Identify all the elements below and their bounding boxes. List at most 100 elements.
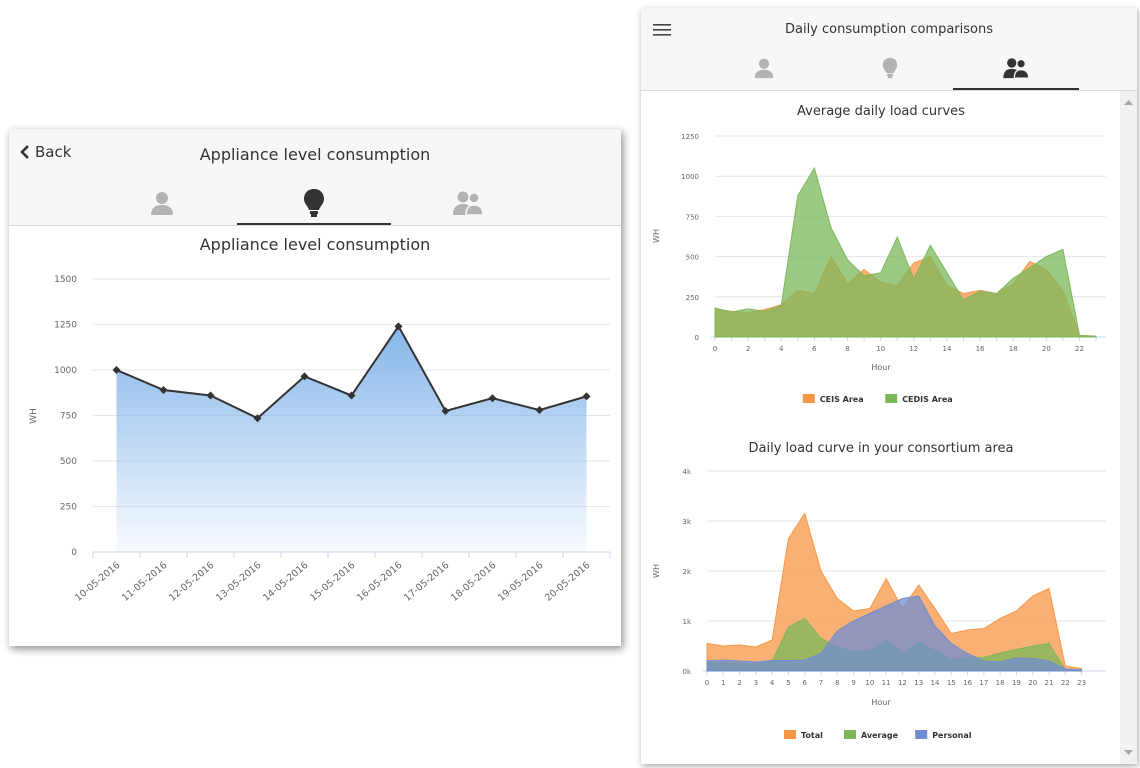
x-tick-label: 6 bbox=[812, 345, 817, 353]
x-tick-label: 10 bbox=[865, 679, 874, 687]
x-tick-label: 0 bbox=[713, 345, 717, 353]
legend-item[interactable]: Total bbox=[784, 730, 823, 740]
person-icon bbox=[754, 58, 774, 79]
x-tick-label: 15 bbox=[947, 679, 956, 687]
tab-appliance[interactable] bbox=[237, 183, 391, 225]
page-title: Daily consumption comparisons bbox=[784, 22, 993, 37]
appliance-chart: Appliance level consumption 0 250 500 750 100… bbox=[9, 226, 621, 644]
appliance-consumption-panel: Back Appliance level consumption Applian… bbox=[9, 129, 621, 646]
y-tick-label: 1000 bbox=[54, 366, 77, 376]
x-axis-label: Hour bbox=[871, 698, 891, 707]
x-tick-label: 21 bbox=[1045, 679, 1054, 687]
x-tick-label: 19-05-2016 bbox=[496, 560, 545, 604]
x-tick-label: 19 bbox=[1012, 679, 1021, 687]
tab-personal[interactable] bbox=[85, 183, 239, 223]
x-tick-label: 22 bbox=[1061, 679, 1070, 687]
scrollbar-arrows bbox=[1124, 100, 1133, 755]
x-tick-label: 18 bbox=[996, 679, 1005, 687]
right-header: Daily consumption comparisons bbox=[641, 8, 1137, 91]
legend-swatch bbox=[844, 730, 856, 739]
legend-swatch bbox=[915, 730, 928, 739]
x-tick-label: 6 bbox=[802, 679, 807, 687]
chart-title: Daily load curve in your consortium area bbox=[749, 441, 1014, 456]
legend-swatch bbox=[885, 394, 898, 403]
series-area bbox=[116, 326, 587, 552]
legend-label: Personal bbox=[932, 731, 972, 740]
x-tick-label: 1 bbox=[721, 679, 725, 687]
x-tick-label: 12 bbox=[909, 345, 918, 353]
x-tick-label: 20-05-2016 bbox=[543, 560, 592, 604]
y-tick-label: 750 bbox=[60, 412, 77, 422]
charts-scroll-area[interactable]: Average daily load curves 0 250 500 750 1000 1… bbox=[641, 91, 1120, 764]
x-tick-label: 3 bbox=[754, 679, 758, 687]
x-tick-label: 11-05-2016 bbox=[120, 560, 169, 604]
y-tick-label: 500 bbox=[60, 457, 77, 467]
x-tick-label: 16 bbox=[976, 345, 985, 353]
series-area-cedis-area bbox=[714, 166, 1097, 338]
lightbulb-icon bbox=[304, 189, 324, 217]
x-tick-label: 2 bbox=[737, 679, 741, 687]
legend-label: Total bbox=[801, 731, 823, 740]
x-tick-label: 12 bbox=[898, 679, 907, 687]
x-tick-label: 13 bbox=[914, 679, 923, 687]
scroll-down-arrow-icon bbox=[1124, 750, 1133, 755]
y-tick-label: 2k bbox=[682, 568, 691, 576]
legend-label: CEIS Area bbox=[820, 395, 864, 404]
scroll-up-arrow-icon bbox=[1124, 100, 1133, 105]
x-tick-label: 5 bbox=[786, 679, 790, 687]
x-tick-label: 17 bbox=[979, 679, 988, 687]
legend-item[interactable]: Personal bbox=[915, 730, 972, 740]
x-tick-label: 10-05-2016 bbox=[73, 560, 122, 604]
legend-item[interactable]: Average bbox=[844, 730, 899, 740]
appliance-chart-svg: Appliance level consumption 0 250 500 750 100… bbox=[29, 235, 611, 604]
y-tick-label: 250 bbox=[686, 294, 699, 302]
y-axis-label: WH bbox=[652, 564, 661, 578]
x-tick-label: 18-05-2016 bbox=[449, 560, 498, 604]
tab-comparison[interactable] bbox=[953, 48, 1079, 90]
y-axis-label: WH bbox=[652, 229, 661, 243]
y-tick-label: 0 bbox=[695, 334, 699, 342]
y-tick-label: 1000 bbox=[681, 173, 699, 181]
daily-comparisons-panel: Daily consumption comparisons Average da… bbox=[641, 8, 1137, 764]
tab-personal[interactable] bbox=[701, 48, 827, 88]
legend-swatch bbox=[802, 394, 815, 403]
y-tick-label: 1500 bbox=[54, 275, 77, 285]
x-tick-label: 12-05-2016 bbox=[167, 560, 216, 604]
legend-item[interactable]: CEDIS Area bbox=[885, 394, 953, 404]
y-axis-label: WH bbox=[29, 408, 39, 424]
x-tick-label: 23 bbox=[1077, 679, 1086, 687]
x-tick-label: 4 bbox=[779, 345, 784, 353]
legend-item[interactable]: CEIS Area bbox=[802, 394, 864, 404]
x-tick-label: 20 bbox=[1042, 345, 1051, 353]
x-tick-label: 11 bbox=[882, 679, 891, 687]
legend-label: CEDIS Area bbox=[902, 395, 952, 404]
x-tick-label: 8 bbox=[835, 679, 839, 687]
person-icon bbox=[151, 192, 173, 215]
average-load-curves-chart: Average daily load curves 0 250 500 750 1000 1… bbox=[652, 104, 1106, 404]
y-tick-label: 0 bbox=[71, 548, 77, 558]
chart-title: Appliance level consumption bbox=[200, 235, 431, 254]
x-tick-label: 17-05-2016 bbox=[402, 560, 451, 604]
x-tick-label: 14 bbox=[931, 679, 940, 687]
page-title: Appliance level consumption bbox=[199, 145, 431, 164]
left-header: Back Appliance level consumption bbox=[9, 129, 621, 226]
x-tick-label: 13-05-2016 bbox=[214, 560, 263, 604]
x-tick-label: 0 bbox=[705, 679, 709, 687]
tab-appliance[interactable] bbox=[827, 48, 953, 88]
group-icon bbox=[1003, 58, 1030, 79]
y-tick-label: 4k bbox=[682, 468, 691, 476]
group-icon bbox=[453, 191, 484, 216]
y-tick-label: 3k bbox=[682, 518, 691, 526]
y-tick-label: 1250 bbox=[681, 133, 699, 141]
x-tick-label: 20 bbox=[1028, 679, 1037, 687]
x-axis-label: Hour bbox=[871, 363, 891, 372]
x-tick-label: 15-05-2016 bbox=[308, 560, 357, 604]
comparison-charts-svg: Average daily load curves025050075010001… bbox=[652, 104, 1106, 740]
x-tick-label: 4 bbox=[770, 679, 775, 687]
y-tick-label: 0k bbox=[682, 668, 691, 676]
vertical-scrollbar[interactable] bbox=[1120, 91, 1137, 764]
x-tick-label: 7 bbox=[819, 679, 823, 687]
chart-title: Average daily load curves bbox=[797, 104, 965, 119]
legend-swatch bbox=[784, 730, 796, 739]
tab-comparison[interactable] bbox=[391, 183, 545, 223]
